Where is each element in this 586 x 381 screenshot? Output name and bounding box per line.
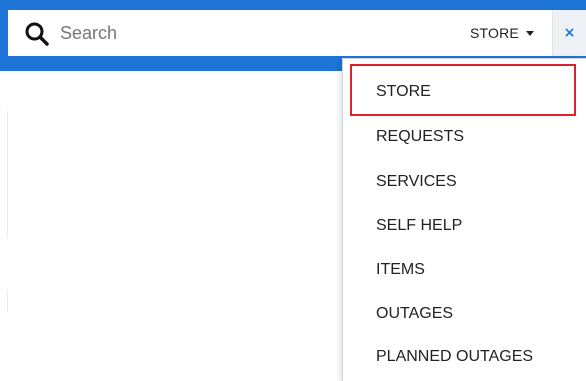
background-divider: [7, 111, 8, 238]
search-scope-dropdown[interactable]: STORE: [470, 22, 534, 44]
search-box: STORE: [8, 10, 553, 56]
menu-item-services[interactable]: SERVICES: [376, 173, 457, 191]
search-input[interactable]: [60, 18, 420, 48]
search-scope-label: STORE: [470, 25, 519, 41]
menu-item-items[interactable]: ITEMS: [376, 261, 425, 279]
menu-item-self-help[interactable]: SELF HELP: [376, 217, 462, 235]
menu-item-outages[interactable]: OUTAGES: [376, 305, 453, 323]
close-icon: ×: [563, 25, 576, 41]
search-icon[interactable]: [24, 21, 50, 47]
menu-item-planned-outages[interactable]: PLANNED OUTAGES: [376, 348, 533, 366]
search-widget: STORE × STORE REQUESTS SERVICES SELF HEL…: [0, 0, 586, 381]
menu-item-store[interactable]: STORE: [376, 83, 431, 101]
search-scope-menu: STORE REQUESTS SERVICES SELF HELP ITEMS …: [342, 58, 586, 381]
menu-item-requests[interactable]: REQUESTS: [376, 128, 464, 146]
clear-search-button[interactable]: ×: [553, 10, 586, 56]
background-divider: [7, 290, 8, 312]
chevron-down-icon: [525, 31, 534, 36]
